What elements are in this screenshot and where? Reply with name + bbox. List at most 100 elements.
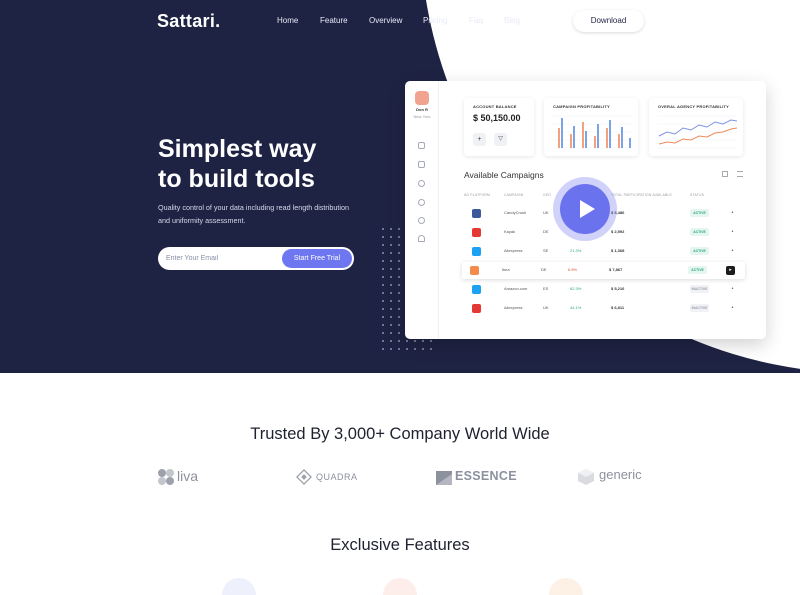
decorative-dot <box>406 348 408 350</box>
table-row[interactable]: Ikea DE 6.8% $ 7,867 ACTIVE ▸ <box>462 262 745 279</box>
start-free-trial-button[interactable]: Start Free Trial <box>282 249 352 268</box>
youtube-icon <box>472 228 481 237</box>
hero-subtitle-line-2: and uniformity assessment. <box>158 216 246 225</box>
gear-icon <box>418 217 425 224</box>
decorative-dot <box>382 260 384 262</box>
table-row[interactable]: Aliexpress SE 21.3% $ 1,368 ACTIVE • <box>464 243 744 260</box>
decorative-dot <box>382 252 384 254</box>
decorative-dot <box>382 332 384 334</box>
campaign-geo: UK <box>543 210 549 215</box>
decorative-dot <box>398 260 400 262</box>
campaign-profitability-card: CAMPAIGN PROFITABILITY <box>544 98 638 156</box>
quadra-logo-icon <box>296 469 312 485</box>
campaign-profitability-bar-chart <box>552 115 632 149</box>
status-badge: ACTIVE <box>688 266 707 274</box>
dashboard-preview: Don R New York ACCOUNT BALANCE $ 50,150.… <box>405 81 766 339</box>
decorative-dot <box>422 340 424 342</box>
status-badge: ACTIVE <box>690 209 709 217</box>
campaign-change: 21.3% <box>570 248 582 253</box>
nav-item-blog[interactable]: Blog <box>504 16 534 25</box>
decorative-dot <box>390 300 392 302</box>
decorative-dot <box>398 340 400 342</box>
dashboard-user-location: New York <box>413 114 431 119</box>
column-header-participation: TOTAL PARTICIPATION AVAILABLE <box>611 193 672 197</box>
landing-page: Sattari. Home Feature Overview Pricing F… <box>0 0 800 595</box>
decorative-dot <box>398 244 400 246</box>
status-badge: INACTIVE <box>690 285 709 293</box>
nav-item-pricing[interactable]: Pricing <box>423 16 469 25</box>
email-input[interactable] <box>166 252 276 265</box>
more-options-active-icon[interactable]: ▸ <box>726 266 735 275</box>
list-view-icon[interactable] <box>737 171 743 177</box>
decorative-dot <box>414 340 416 342</box>
decorative-dot <box>398 316 400 318</box>
trusted-heading: Trusted By 3,000+ Company World Wide <box>250 425 550 443</box>
campaign-change: 6.8% <box>568 267 578 272</box>
features-heading: Exclusive Features <box>330 536 470 554</box>
campaign-name: Aliexpress <box>504 248 523 253</box>
status-badge: ACTIVE <box>690 228 709 236</box>
campaign-name: Aliexpress <box>504 305 523 310</box>
download-button[interactable]: Download <box>573 10 644 32</box>
account-balance-card: ACCOUNT BALANCE $ 50,150.00 + ▽ <box>464 98 534 156</box>
dashboard-user-name: Don R <box>416 107 428 112</box>
decorative-dot <box>430 340 432 342</box>
decorative-dot <box>390 236 392 238</box>
decorative-dot <box>382 268 384 270</box>
decorative-dot <box>390 260 392 262</box>
more-options-icon[interactable]: • <box>728 228 737 237</box>
feature-tools-icon <box>549 578 583 595</box>
campaign-change: 62.3% <box>570 286 582 291</box>
more-options-icon[interactable]: • <box>728 304 737 313</box>
decorative-dot <box>398 268 400 270</box>
play-icon[interactable] <box>580 200 595 218</box>
generic-logo-icon <box>578 469 594 485</box>
nav-item-feature[interactable]: Feature <box>320 16 369 25</box>
decorative-dot <box>382 236 384 238</box>
decorative-dot <box>398 300 400 302</box>
more-options-icon[interactable]: • <box>728 285 737 294</box>
column-header-geo: GEO <box>543 193 552 197</box>
decorative-dot <box>390 292 392 294</box>
essence-logo-icon <box>436 471 452 485</box>
decorative-dot <box>382 348 384 350</box>
feature-cloud-icon <box>222 578 256 595</box>
decorative-dot <box>382 300 384 302</box>
campaign-amount: $ 2,592 <box>611 229 625 234</box>
more-options-icon[interactable]: • <box>728 209 737 218</box>
decorative-dot <box>390 252 392 254</box>
decorative-dot <box>390 340 392 342</box>
campaign-amount: $ 6,811 <box>611 305 625 310</box>
campaign-geo: DE <box>541 267 547 272</box>
grid-view-icon[interactable] <box>722 171 728 177</box>
decorative-dot <box>398 236 400 238</box>
add-icon[interactable]: + <box>473 133 486 146</box>
agency-profitability-line-chart <box>657 115 738 149</box>
campaign-geo: SE <box>543 248 549 253</box>
nav-item-overview[interactable]: Overview <box>369 16 423 25</box>
brand-logo-essence: ESSENCE <box>436 465 517 489</box>
decorative-dot <box>382 340 384 342</box>
filter-icon[interactable]: ▽ <box>494 133 507 146</box>
twitter-icon <box>472 285 481 294</box>
decorative-dot <box>398 332 400 334</box>
brand-name-liva: liva <box>177 468 199 484</box>
decorative-dot <box>398 276 400 278</box>
brand-logo[interactable]: Sattari. <box>157 11 220 32</box>
top-navigation: Sattari. Home Feature Overview Pricing F… <box>0 0 800 42</box>
status-badge: INACTIVE <box>690 304 709 312</box>
decorative-dot <box>390 324 392 326</box>
decorative-dot <box>382 228 384 230</box>
decorative-dot <box>398 292 400 294</box>
table-row[interactable]: Aliexpress UK 44.1% $ 6,811 INACTIVE • <box>464 300 744 317</box>
more-options-icon[interactable]: • <box>728 247 737 256</box>
decorative-dot <box>382 292 384 294</box>
hero-title-line-1: Simplest way <box>158 135 317 163</box>
decorative-dot <box>390 276 392 278</box>
nav-item-home[interactable]: Home <box>277 16 320 25</box>
clock-icon <box>418 180 425 187</box>
decorative-dot <box>390 308 392 310</box>
table-row[interactable]: Amazon.com ES 62.3% $ 5,216 INACTIVE • <box>464 281 744 298</box>
nav-item-faq[interactable]: Faq <box>469 16 504 25</box>
hero-title: Simplest way to build tools <box>158 134 388 194</box>
